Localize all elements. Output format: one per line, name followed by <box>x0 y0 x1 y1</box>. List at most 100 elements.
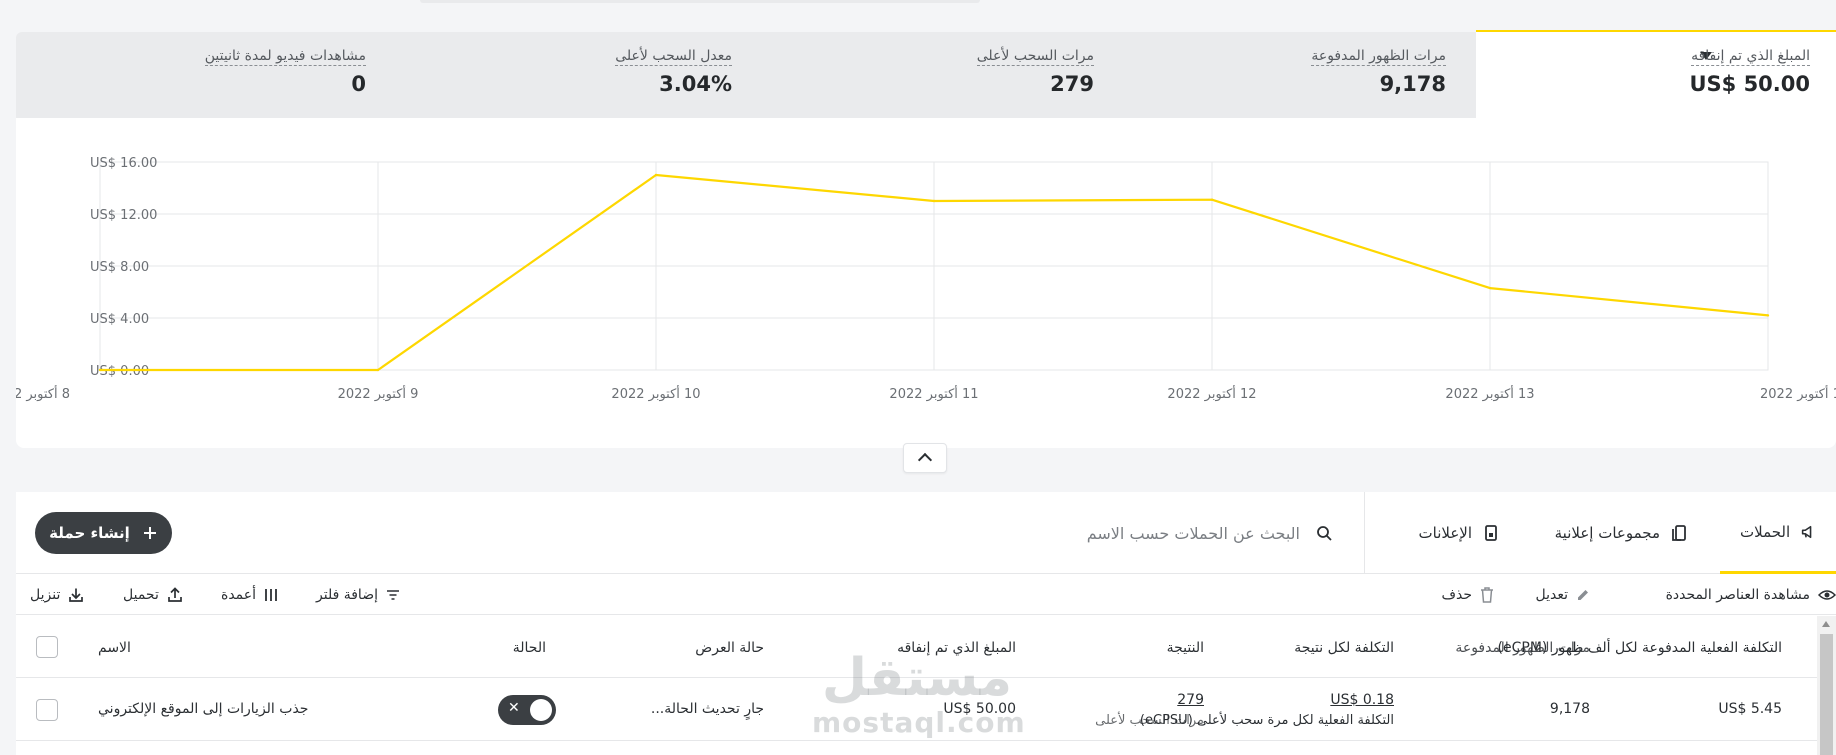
table-header: التكلفة الفعلية المدفوعة لكل ألف ظهور (e… <box>16 616 1820 678</box>
line-chart: US$ 0.00US$ 4.00US$ 8.00US$ 12.00US$ 16.… <box>16 156 1836 402</box>
metric-value: US$ 50.00 <box>1689 72 1810 96</box>
x-tick-label: 13 أكتوبر 2022 <box>1445 385 1534 402</box>
metric-value: 279 <box>1050 72 1094 96</box>
header-name[interactable]: الاسم <box>98 640 131 656</box>
tabs-bar: الحملات مجموعات إعلانية الإعلانات البحث … <box>16 492 1836 574</box>
campaigns-panel: الحملات مجموعات إعلانية الإعلانات البحث … <box>16 492 1836 755</box>
header-result[interactable]: النتيجة <box>1167 640 1204 656</box>
create-campaign-button[interactable]: إنشاء حملة <box>35 512 172 554</box>
cell-delivery: جارٍ تحديث الحالة... <box>650 701 764 717</box>
metric-value: 9,178 <box>1379 72 1446 96</box>
tab-campaigns[interactable]: الحملات <box>1720 492 1836 574</box>
y-tick-label: US$ 8.00 <box>90 260 149 275</box>
close-icon: ✕ <box>508 700 520 716</box>
collapse-chart-button[interactable] <box>903 443 947 473</box>
tab-ad-sets[interactable]: مجموعات إعلانية <box>1528 492 1708 574</box>
metric-label: مشاهدات فيديو لمدة ثانيتين <box>204 48 366 66</box>
chevron-up-icon <box>917 452 933 468</box>
tab-label: الإعلانات <box>1418 524 1473 542</box>
view-selected-label: مشاهدة العناصر المحددة <box>1665 587 1810 603</box>
metric-swipe-up-rate[interactable]: معدل السحب لأعلى 3.04% <box>416 32 732 118</box>
columns-button[interactable]: أعمدة <box>221 575 278 615</box>
x-tick-label: 14 أكتوبر 2022 <box>1760 385 1836 402</box>
table-toolbar: مشاهدة العناصر المحددة تعديل حذف إضافة ف… <box>16 575 1836 615</box>
edit-label: تعديل <box>1535 587 1569 603</box>
cell-ecpm: US$ 5.45 <box>1718 701 1782 717</box>
download-button[interactable]: تنزيل <box>30 575 84 615</box>
tab-ads[interactable]: الإعلانات <box>1390 492 1520 574</box>
metric-spent[interactable]: المبلغ الذي تم إنفاقه US$ 50.00 <box>1476 30 1836 118</box>
metric-value: 3.04% <box>659 72 732 96</box>
metric-label: مرات السحب لأعلى <box>976 48 1094 66</box>
toggle-knob <box>530 699 552 721</box>
status-toggle[interactable]: ✕ <box>498 695 556 725</box>
megaphone-icon <box>1802 525 1812 538</box>
header-delivery[interactable]: حالة العرض <box>695 640 764 656</box>
eye-icon <box>1818 590 1836 600</box>
filter-icon <box>386 590 399 600</box>
search-input[interactable] <box>1046 515 1346 551</box>
y-tick-label: US$ 4.00 <box>90 312 149 327</box>
header-status[interactable]: الحالة <box>513 640 546 656</box>
header-paid-impressions[interactable]: مرات الظهور المدفوعة <box>1455 640 1590 656</box>
cell-cost-per-result[interactable]: US$ 0.18 <box>1330 692 1394 708</box>
trash-icon <box>1481 587 1493 603</box>
data-point <box>1766 314 1770 317</box>
stacked-phones-icon <box>1672 525 1686 541</box>
x-tick-label: 12 أكتوبر 2022 <box>1167 385 1256 402</box>
download-icon <box>69 588 84 602</box>
top-bar-edge <box>420 0 980 3</box>
columns-label: أعمدة <box>221 587 257 603</box>
data-point <box>932 199 936 203</box>
add-filter-button[interactable]: إضافة فلتر <box>316 575 400 615</box>
x-tick-label: 8 أكتوبر 2022 <box>16 385 70 402</box>
scrollbar-thumb[interactable] <box>1820 634 1833 755</box>
view-selected-button[interactable]: مشاهدة العناصر المحددة <box>1666 575 1836 615</box>
metric-paid-impressions[interactable]: مرات الظهور المدفوعة 9,178 <box>1116 32 1446 118</box>
metric-swipe-ups[interactable]: مرات السحب لأعلى 279 <box>776 32 1094 118</box>
data-point <box>98 368 102 372</box>
pencil-icon <box>1578 590 1588 600</box>
tab-label: الحملات <box>1740 522 1791 541</box>
header-spent[interactable]: المبلغ الذي تم إنفاقه <box>897 640 1016 656</box>
edit-button[interactable]: تعديل <box>1536 575 1591 615</box>
columns-icon <box>265 589 277 601</box>
upload-icon <box>168 587 182 602</box>
select-all-checkbox[interactable] <box>36 636 58 658</box>
metric-label: معدل السحب لأعلى <box>615 48 732 66</box>
metrics-strip: المبلغ الذي تم إنفاقه US$ 50.00 مرات الظ… <box>16 30 1836 118</box>
metric-label: المبلغ الذي تم إنفاقه <box>1691 48 1810 66</box>
header-cost-per-result[interactable]: التكلفة لكل نتيجة <box>1294 640 1394 656</box>
data-point <box>654 173 658 177</box>
delete-button[interactable]: حذف <box>1441 575 1494 615</box>
cell-spent: US$ 50.00 <box>943 701 1016 717</box>
delete-label: حذف <box>1441 587 1472 603</box>
metric-video-views[interactable]: مشاهدات فيديو لمدة ثانيتين 0 <box>76 32 366 118</box>
x-tick-label: 10 أكتوبر 2022 <box>611 385 700 402</box>
data-point <box>1488 286 1492 290</box>
cell-paid-impressions: 9,178 <box>1549 701 1590 717</box>
add-filter-label: إضافة فلتر <box>316 587 378 603</box>
data-point <box>1210 198 1214 201</box>
metric-label: مرات الظهور المدفوعة <box>1311 48 1446 66</box>
plus-icon <box>143 527 156 539</box>
phone-ad-icon <box>1485 525 1497 541</box>
cell-result[interactable]: 279 <box>1177 692 1204 708</box>
tab-label: مجموعات إعلانية <box>1554 524 1660 542</box>
cell-name[interactable]: جذب الزيارات إلى الموقع الإلكتروني <box>98 701 308 717</box>
chart-card: US$ 0.00 US$ 4.00 US$ 8.00 US$ 12.00 US$ 16.… <box>16 118 1836 448</box>
x-tick-label: 9 أكتوبر 2022 <box>338 385 419 402</box>
tab-separator <box>1364 492 1365 574</box>
x-tick-label: 11 أكتوبر 2022 <box>889 385 978 402</box>
create-campaign-label: إنشاء حملة <box>49 524 130 542</box>
metric-value: 0 <box>351 72 366 96</box>
data-point <box>376 368 380 372</box>
upload-label: تحميل <box>123 587 159 603</box>
upload-button[interactable]: تحميل <box>123 575 183 615</box>
search-box <box>1046 515 1346 551</box>
vertical-scrollbar[interactable] <box>1817 616 1836 755</box>
row-checkbox[interactable] <box>36 699 58 721</box>
table-row[interactable]: US$ 5.45 9,178 US$ 0.18 التكلفة الفعلية … <box>16 679 1820 741</box>
y-tick-label: US$ 0.00 <box>90 364 149 379</box>
scroll-up-arrow-icon[interactable] <box>1822 621 1830 627</box>
